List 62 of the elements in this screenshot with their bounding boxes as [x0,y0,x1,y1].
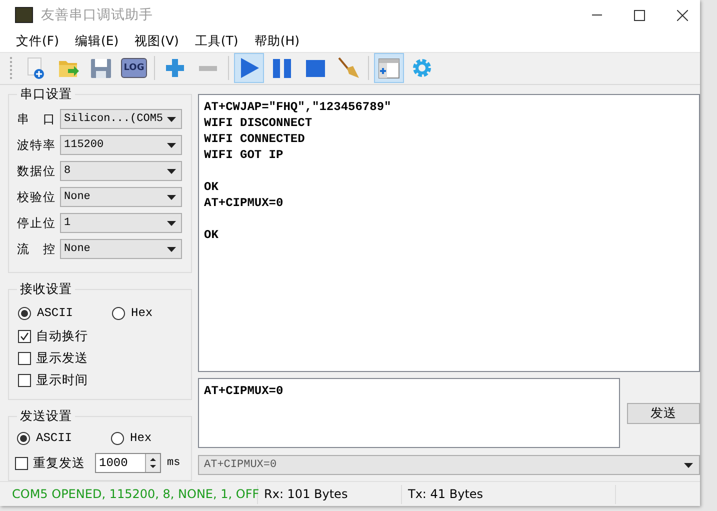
dropdown-arrow-icon [684,462,693,468]
save-icon [89,56,113,80]
dropdown[interactable]: None [60,187,182,208]
option-label: Hex [130,431,152,446]
port-status: COM5 OPENED, 115200, 8, NONE, 1, OFF [0,484,258,504]
dropdown-arrow-icon [167,220,176,226]
field-label: 校验位 [17,188,55,206]
pause-icon [270,56,294,80]
field-label: 数据位 [17,162,55,180]
option-label: 显示时间 [36,372,88,389]
dropdown-arrow-icon [167,116,176,122]
menu-item[interactable]: 视图(V) [128,32,185,50]
radio-button[interactable] [111,432,124,445]
spin-arrows-icon[interactable] [145,454,160,472]
checkbox[interactable] [18,374,31,387]
checkbox[interactable] [15,456,28,470]
option-label: ASCII [37,306,74,320]
option-label: 显示发送 [36,350,88,367]
checkbox[interactable] [18,352,31,365]
option-label: 重复发送 [33,454,85,472]
menu-item[interactable]: 编辑(E) [68,32,125,50]
unit-label: ms [167,457,180,470]
dropdown[interactable]: Silicon...(COM5 [60,109,182,130]
option-label: ASCII [36,431,72,446]
dropdown-arrow-icon [167,246,176,252]
menu-item[interactable]: 文件(F) [10,32,65,50]
menu-item[interactable]: 帮助(H) [248,32,306,50]
dropdown[interactable]: 1 [60,213,182,234]
receive-text-area[interactable]: AT+CWJAP="FHQ","123456789" WIFI DISCONNECT WIFI CONNECTED WIFI GOT IP OK AT+CIPMUX=0 OK [198,94,700,372]
checkbox[interactable] [18,330,31,343]
close-icon[interactable] [677,10,688,21]
dropdown-arrow-icon [167,194,176,200]
field-label: 波特率 [17,136,55,154]
minus-icon [199,66,217,71]
field-label: 流控 [17,240,55,258]
play-button[interactable] [234,53,264,84]
app-icon [15,7,33,24]
radio-button[interactable] [18,306,31,320]
send-button[interactable]: 发送 [627,403,700,424]
maximize-icon[interactable] [634,10,645,21]
history-dropdown[interactable]: AT+CIPMUX=0 [198,455,700,476]
field-label: 串口 [17,110,55,128]
option-label: 自动换行 [36,328,88,345]
dropdown[interactable]: None [60,239,182,260]
send-input-field[interactable]: AT+CIPMUX=0 [198,378,620,448]
checkmark-icon [20,332,29,341]
rx-counter: Rx: 101 Bytes [258,484,402,504]
dropdown[interactable]: 8 [60,161,182,182]
window-title: 友善串口调试助手 [41,6,154,24]
add-panel-button[interactable] [374,53,404,84]
interval-spinbox[interactable]: 1000 [95,453,161,474]
add-panel-icon [377,56,401,80]
field-label: 停止位 [17,214,55,232]
radio-button[interactable] [17,432,30,445]
radio-button[interactable] [112,306,126,320]
broom-icon [336,56,360,80]
menu-item[interactable]: 工具(T) [188,32,244,50]
dropdown[interactable]: 115200 [60,135,182,156]
dropdown-arrow-icon [167,142,176,148]
option-label: Hex [131,306,153,320]
dropdown-arrow-icon [167,168,176,174]
tx-counter: Tx: 41 Bytes [402,484,616,504]
